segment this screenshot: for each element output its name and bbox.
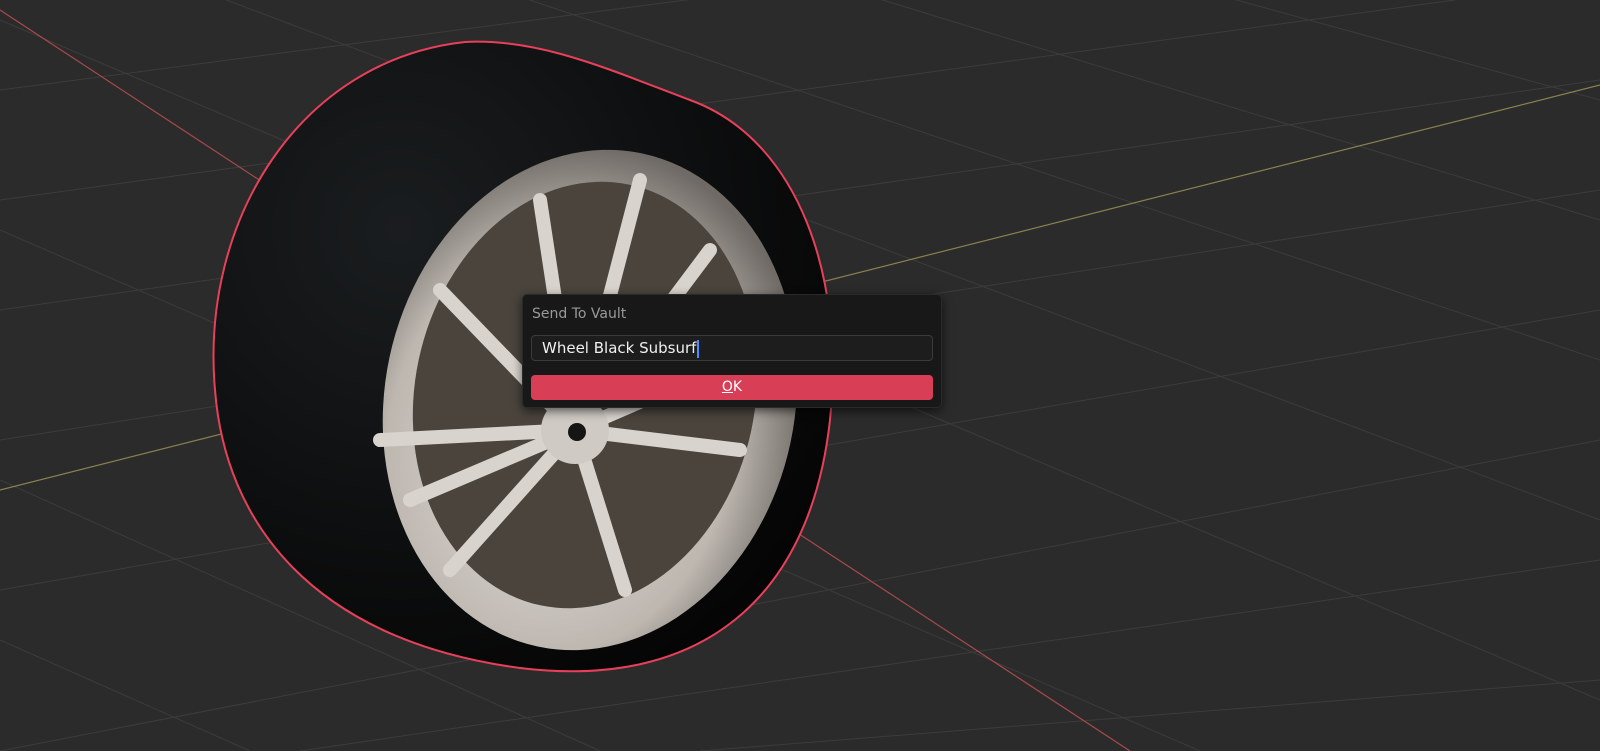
text-caret <box>697 339 700 358</box>
dialog-title: Send To Vault <box>532 306 627 322</box>
asset-name-input[interactable]: Wheel Black Subsurf <box>531 335 933 361</box>
asset-name-value: Wheel Black Subsurf <box>542 339 697 357</box>
ok-button[interactable]: OK <box>531 375 933 400</box>
send-to-vault-dialog: Send To Vault Wheel Black Subsurf OK <box>522 294 942 408</box>
ok-mnemonic: O <box>721 379 733 395</box>
hub-center <box>568 423 586 441</box>
ok-label-rest: K <box>732 379 743 395</box>
